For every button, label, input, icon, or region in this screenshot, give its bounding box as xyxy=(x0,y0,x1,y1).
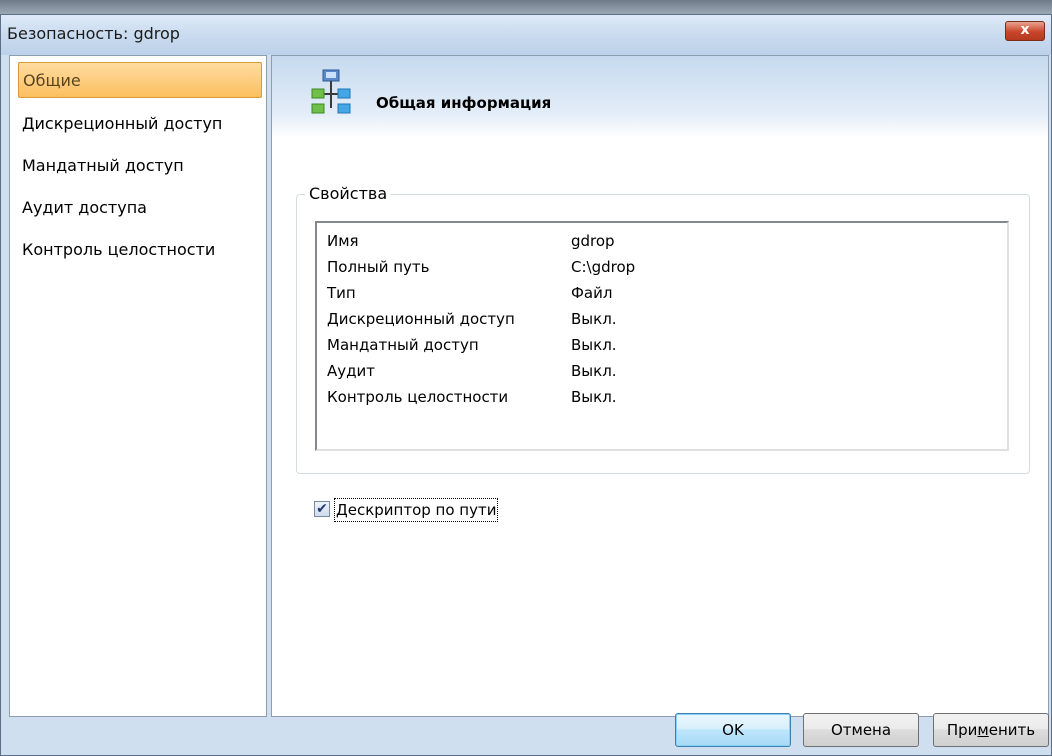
cancel-button[interactable]: Отмена xyxy=(803,713,919,747)
apply-hotkey: м xyxy=(977,721,989,739)
property-name: Имя xyxy=(327,232,359,250)
sidebar-item-label: Аудит доступа xyxy=(22,198,147,217)
sidebar-item-label: Дискреционный доступ xyxy=(22,114,223,133)
properties-group-label: Свойства xyxy=(305,184,392,203)
property-name: Тип xyxy=(327,284,356,302)
title-bar[interactable]: Безопасность: gdrop x xyxy=(1,15,1051,55)
property-name: Дискреционный доступ xyxy=(327,310,515,328)
panel-header: Общая информация xyxy=(272,56,1048,138)
close-icon: x xyxy=(1020,22,1030,38)
general-panel: Общая информация Свойства Имя gdrop Полн… xyxy=(271,55,1049,717)
sidebar-item-integrity-control[interactable]: Контроль целостности xyxy=(18,232,262,268)
property-name: Мандатный доступ xyxy=(327,336,479,354)
apply-button[interactable]: Применить xyxy=(933,713,1049,747)
ok-button[interactable]: OK xyxy=(675,713,791,747)
sidebar-item-access-audit[interactable]: Аудит доступа xyxy=(18,190,262,226)
properties-group: Свойства Имя gdrop Полный путь C:\gdrop … xyxy=(296,184,1030,474)
property-value: Выкл. xyxy=(571,388,617,406)
close-button[interactable]: x xyxy=(1005,21,1045,41)
security-dialog: Безопасность: gdrop x Общие Дискреционны… xyxy=(0,14,1052,756)
cancel-button-label: Отмена xyxy=(830,721,892,739)
sidebar-item-discretionary-access[interactable]: Дискреционный доступ xyxy=(18,106,262,142)
category-sidebar: Общие Дискреционный доступ Мандатный дос… xyxy=(9,55,267,717)
panel-title: Общая информация xyxy=(376,94,552,112)
property-value: Файл xyxy=(571,284,613,302)
apply-label-suffix: енить xyxy=(988,721,1036,739)
property-value: Выкл. xyxy=(571,336,617,354)
property-value: gdrop xyxy=(571,232,615,250)
network-hierarchy-icon xyxy=(311,69,351,114)
descriptor-by-path-checkbox[interactable]: ✔ xyxy=(314,501,330,517)
sidebar-item-mandatory-access[interactable]: Мандатный доступ xyxy=(18,148,262,184)
property-value: C:\gdrop xyxy=(571,258,636,276)
sidebar-item-label: Контроль целостности xyxy=(22,240,216,259)
property-name: Контроль целостности xyxy=(327,388,509,406)
apply-label-prefix: При xyxy=(946,721,978,739)
ok-button-label: OK xyxy=(722,721,744,739)
property-value: Выкл. xyxy=(571,362,617,380)
sidebar-item-label: Общие xyxy=(23,71,81,90)
descriptor-by-path-label[interactable]: Дескриптор по пути xyxy=(334,498,499,522)
property-value: Выкл. xyxy=(571,310,617,328)
apply-button-label: Применить xyxy=(947,721,1035,739)
window-title: Безопасность: gdrop xyxy=(7,24,180,43)
checkmark-icon: ✔ xyxy=(316,501,328,517)
property-name: Аудит xyxy=(327,362,375,380)
sidebar-item-general[interactable]: Общие xyxy=(18,62,262,98)
sidebar-item-label: Мандатный доступ xyxy=(22,156,184,175)
property-name: Полный путь xyxy=(327,258,430,276)
properties-list[interactable]: Имя gdrop Полный путь C:\gdrop Тип Файл … xyxy=(315,221,1009,451)
